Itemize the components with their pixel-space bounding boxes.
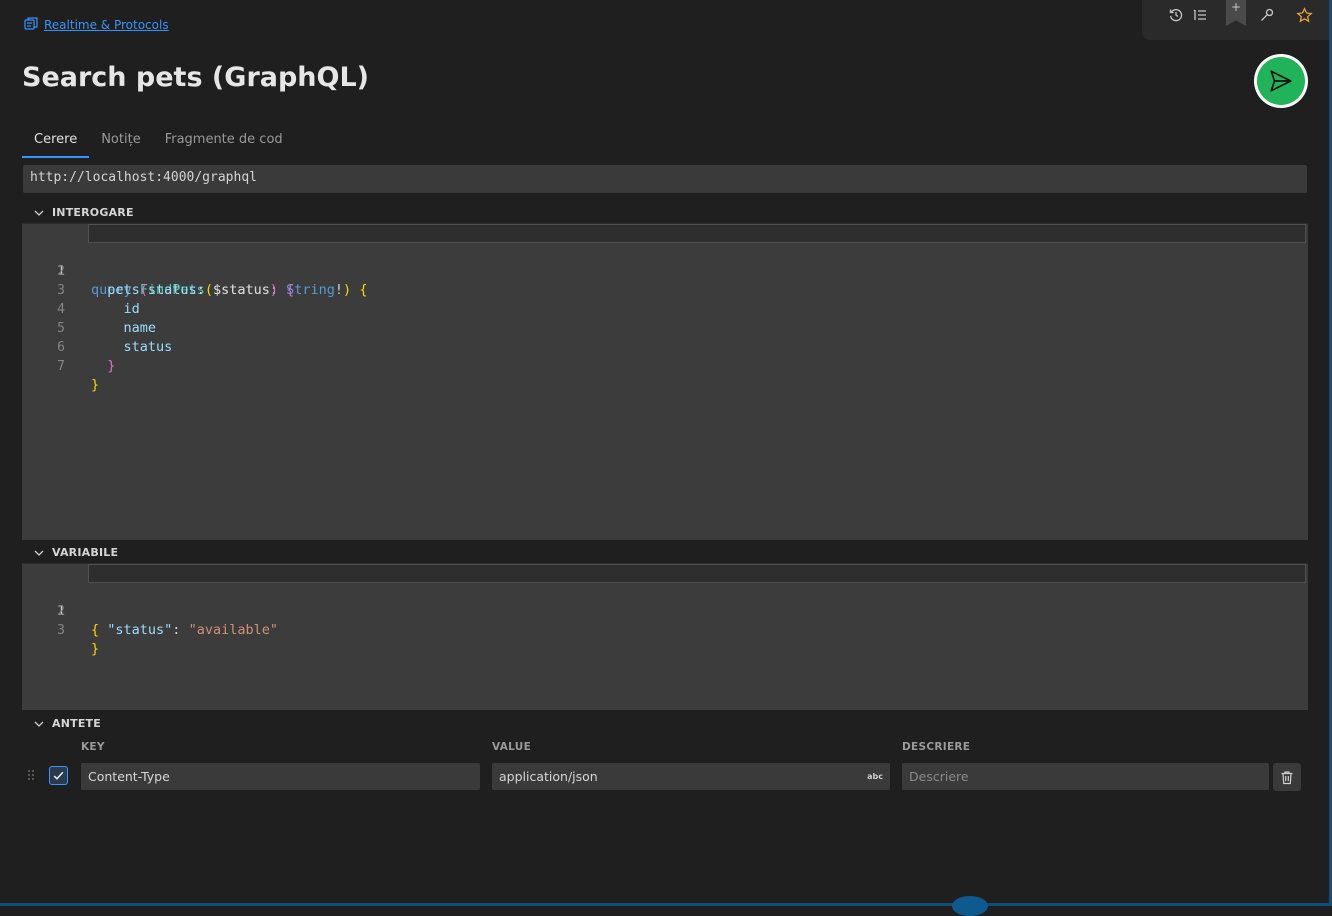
value-column-header: VALUE bbox=[492, 741, 532, 753]
drag-handle-icon[interactable] bbox=[27, 768, 35, 786]
header-key-input[interactable]: Content-Type bbox=[81, 763, 480, 790]
query-line: 7 } bbox=[57, 359, 100, 393]
query-section-header[interactable]: INTEROGARE bbox=[33, 206, 134, 219]
send-button[interactable] bbox=[1254, 54, 1308, 108]
breadcrumb: Realtime & Protocols bbox=[24, 16, 169, 34]
tab-request[interactable]: Cerere bbox=[22, 128, 90, 158]
variables-section-header[interactable]: VARIABILE bbox=[33, 546, 118, 559]
list-icon[interactable] bbox=[1189, 4, 1211, 26]
trash-icon bbox=[1281, 770, 1293, 784]
variables-line: 2 "status": "available" bbox=[57, 604, 278, 638]
variables-line: 1 { bbox=[22, 564, 1308, 638]
history-icon[interactable] bbox=[1165, 4, 1187, 26]
header-enabled-checkbox[interactable] bbox=[49, 766, 68, 785]
request-tabs: Cerere Notițe Fragmente de cod bbox=[22, 128, 295, 158]
chevron-down-icon bbox=[34, 721, 44, 727]
value-type-toggle[interactable]: abc bbox=[867, 763, 883, 790]
wrench-icon[interactable] bbox=[1256, 4, 1278, 26]
header-value-input[interactable]: application/json abc bbox=[492, 763, 890, 790]
chevron-down-icon bbox=[34, 210, 44, 216]
delete-header-button[interactable] bbox=[1273, 763, 1301, 791]
check-icon bbox=[53, 771, 64, 780]
variables-line: 3 } bbox=[57, 623, 100, 657]
query-line: 1 query FindPets($status: String!) { bbox=[22, 224, 1308, 298]
key-column-header: KEY bbox=[81, 741, 105, 753]
collection-icon bbox=[24, 16, 40, 34]
header-value-text: application/json bbox=[499, 769, 598, 784]
query-line: 4 name bbox=[57, 302, 157, 336]
query-line: 3 id bbox=[57, 283, 140, 317]
variables-editor[interactable]: 1 { 2 "status": "available" 3 } bbox=[22, 563, 1308, 710]
headers-section-header[interactable]: ANTETE bbox=[33, 717, 101, 730]
query-editor[interactable]: 1 query FindPets($status: String!) { 2 p… bbox=[22, 223, 1308, 540]
chevron-down-icon bbox=[34, 550, 44, 556]
headers-section-label: ANTETE bbox=[52, 717, 101, 730]
variables-section-label: VARIABILE bbox=[52, 546, 119, 559]
description-column-header: DESCRIERE bbox=[902, 741, 971, 753]
star-icon[interactable] bbox=[1293, 4, 1315, 26]
status-indicator bbox=[952, 896, 988, 916]
url-input[interactable]: http://localhost:4000/graphql bbox=[23, 165, 1307, 193]
tab-code-snippets[interactable]: Fragmente de cod bbox=[153, 128, 295, 158]
tab-notes[interactable]: Notițe bbox=[89, 128, 152, 158]
request-toolbar: + bbox=[1142, 0, 1332, 40]
query-line: 5 status bbox=[57, 321, 173, 355]
bookmark-add-icon[interactable]: + bbox=[1226, 0, 1246, 26]
query-line: 2 pets(status: $status) { bbox=[57, 264, 295, 298]
query-line: 6 } bbox=[57, 340, 116, 374]
page-title: Search pets (GraphQL) bbox=[22, 62, 370, 93]
header-description-input[interactable]: Descriere bbox=[902, 763, 1269, 790]
query-section-label: INTEROGARE bbox=[52, 206, 134, 219]
send-icon bbox=[1270, 70, 1292, 92]
breadcrumb-link[interactable]: Realtime & Protocols bbox=[44, 18, 169, 32]
